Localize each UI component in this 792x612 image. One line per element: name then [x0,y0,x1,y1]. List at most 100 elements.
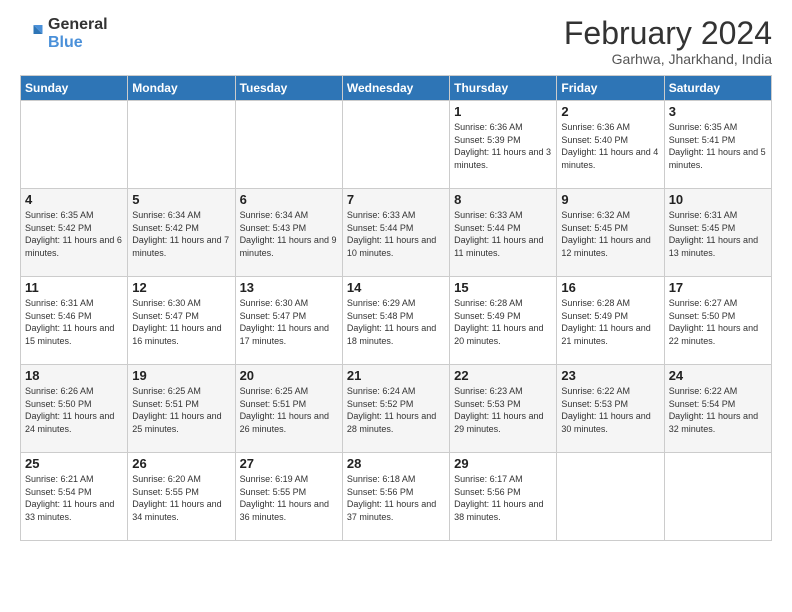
day-number: 11 [25,280,123,295]
calendar-cell: 16Sunrise: 6:28 AM Sunset: 5:49 PM Dayli… [557,277,664,365]
day-info: Sunrise: 6:22 AM Sunset: 5:53 PM Dayligh… [561,385,659,435]
calendar-cell [664,453,771,541]
calendar-cell: 28 Sunrise: 6:18 AM Sunset: 5:56 PM Dayli… [342,453,449,541]
calendar-table: SundayMondayTuesdayWednesdayThursdayFrid… [20,75,772,541]
calendar-weekday-friday: Friday [557,76,664,101]
day-number: 24 [669,368,767,383]
day-info: Sunrise: 6:22 AM Sunset: 5:54 PM Dayligh… [669,385,767,435]
calendar-weekday-sunday: Sunday [21,76,128,101]
day-number: 13 [240,280,338,295]
day-number: 28 [347,456,445,471]
calendar-cell: 26Sunrise: 6:20 AM Sunset: 5:55 PM Dayli… [128,453,235,541]
calendar-cell: 5 Sunrise: 6:34 AM Sunset: 5:42 PM Daylig… [128,189,235,277]
day-info: Sunrise: 6:31 AM Sunset: 5:45 PM Dayligh… [669,209,767,259]
calendar-cell: 4 Sunrise: 6:35 AM Sunset: 5:42 PM Daylig… [21,189,128,277]
day-number: 21 [347,368,445,383]
day-number: 25 [25,456,123,471]
logo-text: General Blue [48,16,108,51]
calendar-cell: 23 Sunrise: 6:22 AM Sunset: 5:53 PM Dayli… [557,365,664,453]
day-number: 12 [132,280,230,295]
day-number: 5 [132,192,230,207]
day-info: Sunrise: 6:28 AM Sunset: 5:49 PM Dayligh… [454,297,552,347]
calendar-week-row: 18Sunrise: 6:26 AM Sunset: 5:50 PM Dayli… [21,365,772,453]
day-number: 2 [561,104,659,119]
calendar-cell: 14Sunrise: 6:29 AM Sunset: 5:48 PM Dayli… [342,277,449,365]
header: General Blue February 2024 Garhwa, Jhark… [20,16,772,67]
day-number: 17 [669,280,767,295]
calendar-cell: 9 Sunrise: 6:32 AM Sunset: 5:45 PM Daylig… [557,189,664,277]
calendar-cell [342,101,449,189]
day-number: 9 [561,192,659,207]
calendar-cell: 19Sunrise: 6:25 AM Sunset: 5:51 PM Dayli… [128,365,235,453]
day-number: 19 [132,368,230,383]
calendar-week-row: 11 Sunrise: 6:31 AM Sunset: 5:46 PM Dayli… [21,277,772,365]
day-info: Sunrise: 6:32 AM Sunset: 5:45 PM Dayligh… [561,209,659,259]
day-info: Sunrise: 6:23 AM Sunset: 5:53 PM Dayligh… [454,385,552,435]
calendar-cell: 2 Sunrise: 6:36 AM Sunset: 5:40 PM Daylig… [557,101,664,189]
day-info: Sunrise: 6:19 AM Sunset: 5:55 PM Dayligh… [240,473,338,523]
calendar-cell: 7 Sunrise: 6:33 AM Sunset: 5:44 PM Daylig… [342,189,449,277]
day-number: 29 [454,456,552,471]
calendar-weekday-saturday: Saturday [664,76,771,101]
calendar-cell [557,453,664,541]
day-info: Sunrise: 6:34 AM Sunset: 5:42 PM Dayligh… [132,209,230,259]
day-number: 16 [561,280,659,295]
calendar-cell: 18Sunrise: 6:26 AM Sunset: 5:50 PM Dayli… [21,365,128,453]
day-number: 20 [240,368,338,383]
calendar-week-row: 1 Sunrise: 6:36 AM Sunset: 5:39 PM Daylig… [21,101,772,189]
day-info: Sunrise: 6:20 AM Sunset: 5:55 PM Dayligh… [132,473,230,523]
day-info: Sunrise: 6:27 AM Sunset: 5:50 PM Dayligh… [669,297,767,347]
calendar-weekday-tuesday: Tuesday [235,76,342,101]
day-number: 15 [454,280,552,295]
calendar-cell: 27 Sunrise: 6:19 AM Sunset: 5:55 PM Dayli… [235,453,342,541]
calendar-cell: 10Sunrise: 6:31 AM Sunset: 5:45 PM Dayli… [664,189,771,277]
day-info: Sunrise: 6:30 AM Sunset: 5:47 PM Dayligh… [240,297,338,347]
day-info: Sunrise: 6:36 AM Sunset: 5:40 PM Dayligh… [561,121,659,171]
day-number: 4 [25,192,123,207]
calendar-cell [128,101,235,189]
calendar-header-row: SundayMondayTuesdayWednesdayThursdayFrid… [21,76,772,101]
calendar-cell: 6Sunrise: 6:34 AM Sunset: 5:43 PM Daylig… [235,189,342,277]
day-info: Sunrise: 6:26 AM Sunset: 5:50 PM Dayligh… [25,385,123,435]
day-info: Sunrise: 6:34 AM Sunset: 5:43 PM Dayligh… [240,209,338,259]
day-number: 22 [454,368,552,383]
day-number: 3 [669,104,767,119]
day-number: 23 [561,368,659,383]
calendar-cell: 17 Sunrise: 6:27 AM Sunset: 5:50 PM Dayli… [664,277,771,365]
day-info: Sunrise: 6:36 AM Sunset: 5:39 PM Dayligh… [454,121,552,171]
day-info: Sunrise: 6:35 AM Sunset: 5:41 PM Dayligh… [669,121,767,171]
day-number: 8 [454,192,552,207]
calendar-week-row: 25 Sunrise: 6:21 AM Sunset: 5:54 PM Dayli… [21,453,772,541]
calendar-cell: 22 Sunrise: 6:23 AM Sunset: 5:53 PM Dayli… [450,365,557,453]
day-info: Sunrise: 6:18 AM Sunset: 5:56 PM Dayligh… [347,473,445,523]
calendar-weekday-monday: Monday [128,76,235,101]
title-area: February 2024 Garhwa, Jharkhand, India [564,16,772,67]
calendar-cell: 11 Sunrise: 6:31 AM Sunset: 5:46 PM Dayli… [21,277,128,365]
calendar-cell: 24 Sunrise: 6:22 AM Sunset: 5:54 PM Dayli… [664,365,771,453]
logo: General Blue [20,16,108,51]
day-number: 1 [454,104,552,119]
main-title: February 2024 [564,16,772,51]
logo-icon [20,22,44,46]
day-info: Sunrise: 6:25 AM Sunset: 5:51 PM Dayligh… [240,385,338,435]
day-info: Sunrise: 6:31 AM Sunset: 5:46 PM Dayligh… [25,297,123,347]
day-info: Sunrise: 6:33 AM Sunset: 5:44 PM Dayligh… [454,209,552,259]
day-number: 7 [347,192,445,207]
calendar-week-row: 4 Sunrise: 6:35 AM Sunset: 5:42 PM Daylig… [21,189,772,277]
day-info: Sunrise: 6:17 AM Sunset: 5:56 PM Dayligh… [454,473,552,523]
calendar-cell [235,101,342,189]
day-info: Sunrise: 6:33 AM Sunset: 5:44 PM Dayligh… [347,209,445,259]
day-info: Sunrise: 6:29 AM Sunset: 5:48 PM Dayligh… [347,297,445,347]
day-info: Sunrise: 6:21 AM Sunset: 5:54 PM Dayligh… [25,473,123,523]
day-number: 27 [240,456,338,471]
calendar-cell: 3 Sunrise: 6:35 AM Sunset: 5:41 PM Daylig… [664,101,771,189]
day-info: Sunrise: 6:30 AM Sunset: 5:47 PM Dayligh… [132,297,230,347]
calendar-cell: 12 Sunrise: 6:30 AM Sunset: 5:47 PM Dayli… [128,277,235,365]
calendar-cell: 8 Sunrise: 6:33 AM Sunset: 5:44 PM Daylig… [450,189,557,277]
day-info: Sunrise: 6:35 AM Sunset: 5:42 PM Dayligh… [25,209,123,259]
calendar-cell: 21Sunrise: 6:24 AM Sunset: 5:52 PM Dayli… [342,365,449,453]
calendar-cell: 25 Sunrise: 6:21 AM Sunset: 5:54 PM Dayli… [21,453,128,541]
calendar-weekday-thursday: Thursday [450,76,557,101]
calendar-cell: 20 Sunrise: 6:25 AM Sunset: 5:51 PM Dayli… [235,365,342,453]
page: General Blue February 2024 Garhwa, Jhark… [0,0,792,612]
